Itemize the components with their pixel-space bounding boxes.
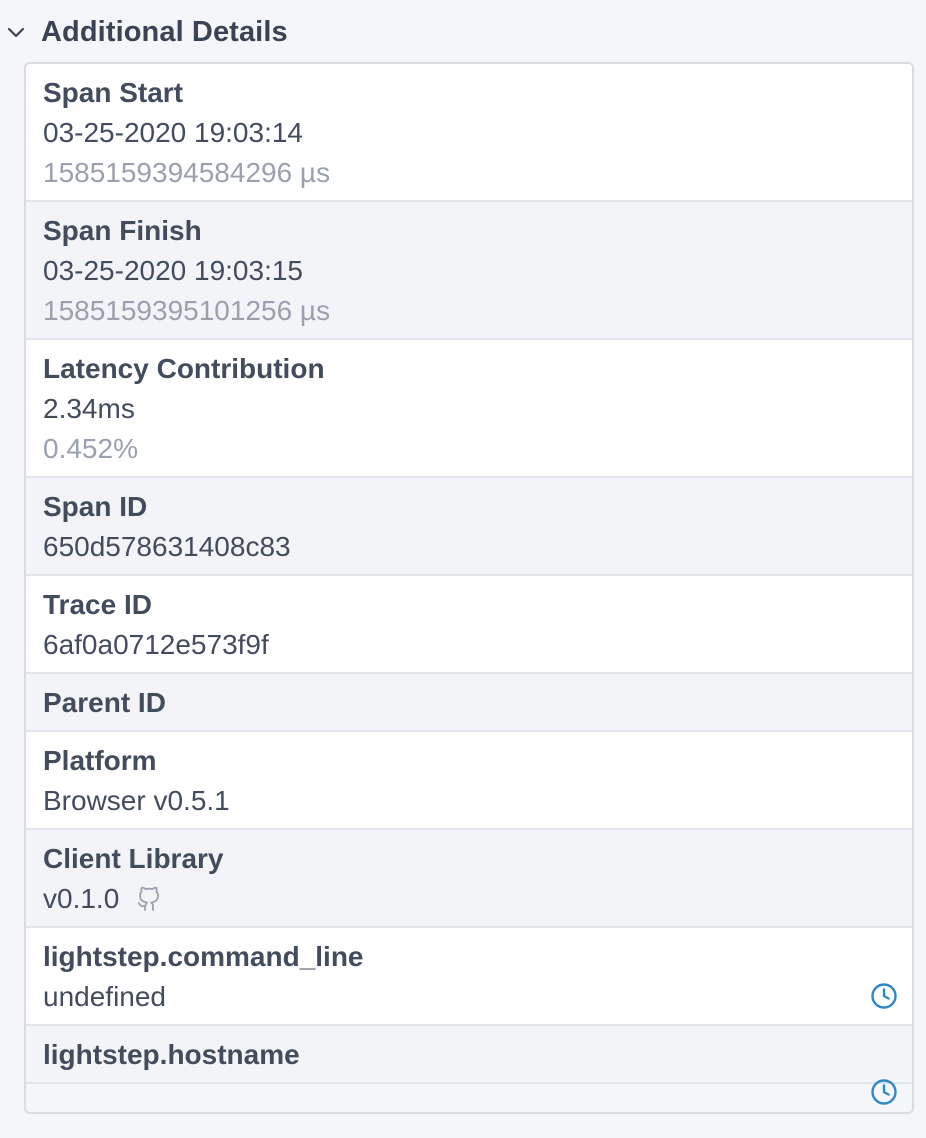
detail-label: lightstep.command_line — [43, 941, 364, 972]
detail-row-parent-id: Parent ID — [26, 674, 912, 732]
detail-row-span-start: Span Start 03-25-2020 19:03:14 158515939… — [26, 64, 912, 202]
clock-icon[interactable] — [870, 982, 898, 1010]
detail-value: 2.34ms — [43, 393, 135, 424]
detail-row-command-line: lightstep.command_line undefined — [26, 928, 912, 1026]
detail-row-latency-contribution: Latency Contribution 2.34ms 0.452% — [26, 340, 912, 478]
detail-row-hostname: lightstep.hostname — [26, 1026, 912, 1084]
detail-label: lightstep.hostname — [43, 1039, 300, 1070]
details-panel: Span Start 03-25-2020 19:03:14 158515939… — [24, 62, 914, 1114]
detail-value: Browser v0.5.1 — [43, 785, 230, 816]
additional-details-header[interactable]: Additional Details — [0, 0, 926, 62]
detail-row-platform: Platform Browser v0.5.1 — [26, 732, 912, 830]
detail-row-span-id: Span ID 650d578631408c83 — [26, 478, 912, 576]
detail-label: Span Start — [43, 77, 184, 108]
detail-row-trace-id: Trace ID 6af0a0712e573f9f — [26, 576, 912, 674]
detail-label: Platform — [43, 745, 157, 776]
detail-value: 650d578631408c83 — [43, 531, 291, 562]
client-library-link[interactable]: v0.1.0 — [43, 881, 119, 917]
detail-subvalue: 1585159394584296 µs — [43, 157, 331, 188]
detail-subvalue: 0.452% — [43, 433, 138, 464]
detail-value: 03-25-2020 19:03:15 — [43, 255, 303, 286]
chevron-down-icon[interactable] — [6, 22, 26, 42]
detail-label: Parent ID — [43, 687, 166, 718]
section-title: Additional Details — [41, 16, 288, 48]
detail-label: Client Library — [43, 843, 224, 874]
detail-label: Latency Contribution — [43, 353, 325, 384]
detail-label: Span ID — [43, 491, 148, 522]
github-icon[interactable] — [134, 884, 164, 914]
clock-icon[interactable] — [870, 1078, 898, 1106]
detail-row-client-library: Client Library v0.1.0 — [26, 830, 912, 928]
detail-value: undefined — [43, 981, 167, 1012]
detail-value: 03-25-2020 19:03:14 — [43, 117, 303, 148]
detail-label: Span Finish — [43, 215, 202, 246]
detail-subvalue: 1585159395101256 µs — [43, 295, 331, 326]
detail-label: Trace ID — [43, 589, 152, 620]
detail-value: 6af0a0712e573f9f — [43, 629, 269, 660]
detail-row-span-finish: Span Finish 03-25-2020 19:03:15 15851593… — [26, 202, 912, 340]
